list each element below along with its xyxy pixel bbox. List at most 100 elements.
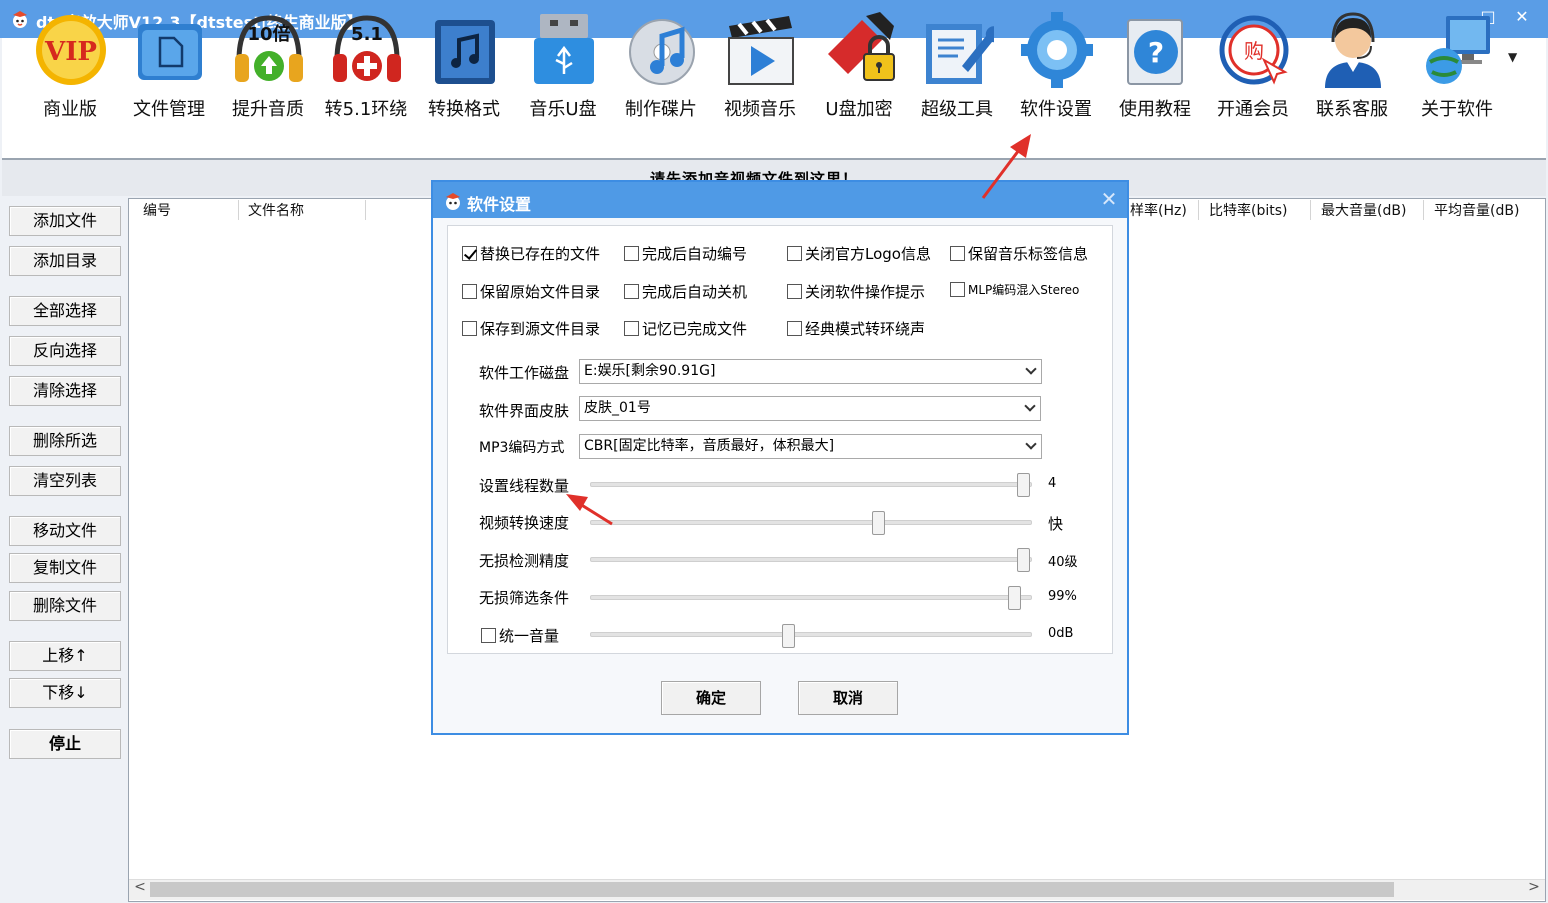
thread-count-slider[interactable] xyxy=(590,482,1032,487)
checkbox-keep-tags[interactable]: 保留音乐标签信息 xyxy=(950,243,1088,264)
checkbox-box[interactable] xyxy=(787,321,802,336)
usb-lock-icon xyxy=(828,12,895,81)
badge-buy: 购 xyxy=(1244,39,1264,63)
checkbox-box[interactable] xyxy=(950,282,965,297)
checkbox-auto-shutdown[interactable]: 完成后自动关机 xyxy=(624,281,747,302)
toolbar-tutorial[interactable]: ? 使用教程 xyxy=(1106,4,1204,120)
thread-count-slider-thumb[interactable] xyxy=(1017,473,1030,497)
column-header-filename[interactable]: 文件名称 xyxy=(248,200,304,220)
clear-list-button[interactable]: 清空列表 xyxy=(9,466,121,496)
scroll-left-arrow-icon[interactable]: < xyxy=(131,879,149,895)
select-value: CBR[固定比特率，音质最好，体积最大] xyxy=(584,438,835,454)
mp3-mode-select[interactable]: CBR[固定比特率，音质最好，体积最大] xyxy=(579,434,1042,459)
toolbar-surround[interactable]: 5.1 转5.1环绕 xyxy=(317,4,415,120)
video-speed-slider[interactable] xyxy=(590,520,1032,525)
checkbox-box[interactable] xyxy=(950,246,965,261)
checkbox-label: MLP编码混入Stereo xyxy=(968,283,1080,297)
checkbox-box[interactable] xyxy=(462,246,477,261)
lossless-precision-slider[interactable] xyxy=(590,557,1032,562)
toolbar-music-usb[interactable]: 音乐U盘 xyxy=(514,4,612,120)
about-icon xyxy=(1426,16,1490,84)
column-header-max-volume[interactable]: 最大音量(dB) xyxy=(1321,200,1406,220)
toolbar-label: 提升音质 xyxy=(232,99,304,120)
super-tools-icon xyxy=(926,24,994,84)
badge-10x: 10倍 xyxy=(247,23,290,45)
toolbar-software-settings[interactable]: 软件设置 xyxy=(1007,4,1105,120)
checkbox-close-tips[interactable]: 关闭软件操作提示 xyxy=(787,281,925,302)
checkbox-box[interactable] xyxy=(787,246,802,261)
toolbar-make-disc[interactable]: 制作碟片 xyxy=(612,4,710,120)
skin-select[interactable]: 皮肤_01号 xyxy=(579,396,1041,421)
checkbox-box[interactable] xyxy=(624,321,639,336)
unify-volume-slider[interactable] xyxy=(590,632,1032,637)
checkbox-label: 经典模式转环绕声 xyxy=(805,320,926,338)
toolbar-usb-encrypt[interactable]: U盘加密 xyxy=(810,4,908,120)
thread-count-value: 4 xyxy=(1048,476,1057,491)
move-up-button[interactable]: 上移↑ xyxy=(9,641,121,671)
skin-label: 软件界面皮肤 xyxy=(479,402,570,420)
checkbox-label: 完成后自动编号 xyxy=(642,245,748,263)
checkbox-box[interactable] xyxy=(462,284,477,299)
checkbox-box[interactable] xyxy=(462,321,477,336)
toolbar-about[interactable]: 关于软件 xyxy=(1408,4,1506,120)
add-file-button[interactable]: 添加文件 xyxy=(9,206,121,236)
clear-selection-button[interactable]: 清除选择 xyxy=(9,376,121,406)
toolbar-boost-quality[interactable]: 10倍 提升音质 xyxy=(219,4,317,120)
toolbar-label: 转5.1环绕 xyxy=(324,99,408,120)
checkbox-keep-source-dir[interactable]: 保留原始文件目录 xyxy=(462,281,600,302)
checkbox-classic-surround[interactable]: 经典模式转环绕声 xyxy=(787,318,925,339)
toolbar-file-manager[interactable]: 文件管理 xyxy=(120,4,218,120)
column-header-avg-volume[interactable]: 平均音量(dB) xyxy=(1434,200,1519,220)
delete-file-button[interactable]: 删除文件 xyxy=(9,591,121,621)
toolbar-contact-service[interactable]: 联系客服 xyxy=(1303,4,1401,120)
lossless-filter-label: 无损筛选条件 xyxy=(479,589,570,607)
work-disk-select[interactable]: E:娱乐[剩余90.91G] xyxy=(579,359,1042,384)
checkbox-auto-number[interactable]: 完成后自动编号 xyxy=(624,243,747,264)
unify-volume-slider-thumb[interactable] xyxy=(782,624,796,648)
checkbox-box[interactable] xyxy=(624,284,639,299)
toolbar-label: 使用教程 xyxy=(1119,99,1191,120)
checkbox-unify-volume[interactable]: 统一音量 xyxy=(481,625,559,646)
toolbar-overflow-arrow-icon[interactable]: ▼ xyxy=(1508,50,1517,64)
toolbar-super-tools[interactable]: 超级工具 xyxy=(908,4,1006,120)
scroll-right-arrow-icon[interactable]: > xyxy=(1525,879,1543,895)
move-down-button[interactable]: 下移↓ xyxy=(9,678,121,708)
column-header-index[interactable]: 编号 xyxy=(143,200,171,220)
delete-selected-button[interactable]: 删除所选 xyxy=(9,426,121,456)
column-header-bitrate[interactable]: 比特率(bits) xyxy=(1209,200,1287,220)
add-folder-button[interactable]: 添加目录 xyxy=(9,246,121,276)
toolbar-label: 超级工具 xyxy=(921,99,993,120)
dialog-close-button[interactable]: ✕ xyxy=(1097,187,1121,211)
scrollbar-thumb[interactable] xyxy=(150,882,1394,897)
stop-button[interactable]: 停止 xyxy=(9,729,121,759)
toolbar-commercial-edition[interactable]: VIP 商业版 xyxy=(21,4,119,120)
checkbox-box[interactable] xyxy=(787,284,802,299)
lossless-filter-slider-thumb[interactable] xyxy=(1008,586,1022,610)
copy-file-button[interactable]: 复制文件 xyxy=(9,553,121,583)
checkbox-close-logo[interactable]: 关闭官方Logo信息 xyxy=(787,243,931,264)
column-header-sample-rate[interactable]: 样率(Hz) xyxy=(1130,200,1187,220)
checkbox-save-to-source[interactable]: 保存到源文件目录 xyxy=(462,318,600,339)
close-button[interactable]: ✕ xyxy=(1508,4,1536,30)
column-divider xyxy=(365,200,366,220)
checkbox-remember-done[interactable]: 记忆已完成文件 xyxy=(624,318,747,339)
lossless-filter-slider[interactable] xyxy=(590,595,1032,600)
toolbar-label: 软件设置 xyxy=(1020,99,1092,120)
invert-selection-button[interactable]: 反向选择 xyxy=(9,336,121,366)
checkbox-box[interactable] xyxy=(624,246,639,261)
move-file-button[interactable]: 移动文件 xyxy=(9,516,121,546)
ok-button[interactable]: 确定 xyxy=(661,681,761,715)
checkbox-replace-existing[interactable]: 替换已存在的文件 xyxy=(462,243,600,264)
toolbar-label: U盘加密 xyxy=(825,99,893,120)
checkbox-mlp-stereo[interactable]: MLP编码混入Stereo xyxy=(950,281,1079,298)
toolbar-convert-format[interactable]: 转换格式 xyxy=(415,4,513,120)
select-all-button[interactable]: 全部选择 xyxy=(9,296,121,326)
checkbox-box[interactable] xyxy=(481,628,496,643)
customer-service-icon xyxy=(1325,12,1381,88)
cancel-button[interactable]: 取消 xyxy=(798,681,898,715)
toolbar-open-membership[interactable]: 购 开通会员 xyxy=(1204,4,1302,120)
lossless-precision-slider-thumb[interactable] xyxy=(1017,548,1030,572)
video-speed-slider-thumb[interactable] xyxy=(871,511,885,535)
checkbox-label: 保存到源文件目录 xyxy=(480,320,601,338)
toolbar-video-music[interactable]: 视频音乐 xyxy=(711,4,809,120)
